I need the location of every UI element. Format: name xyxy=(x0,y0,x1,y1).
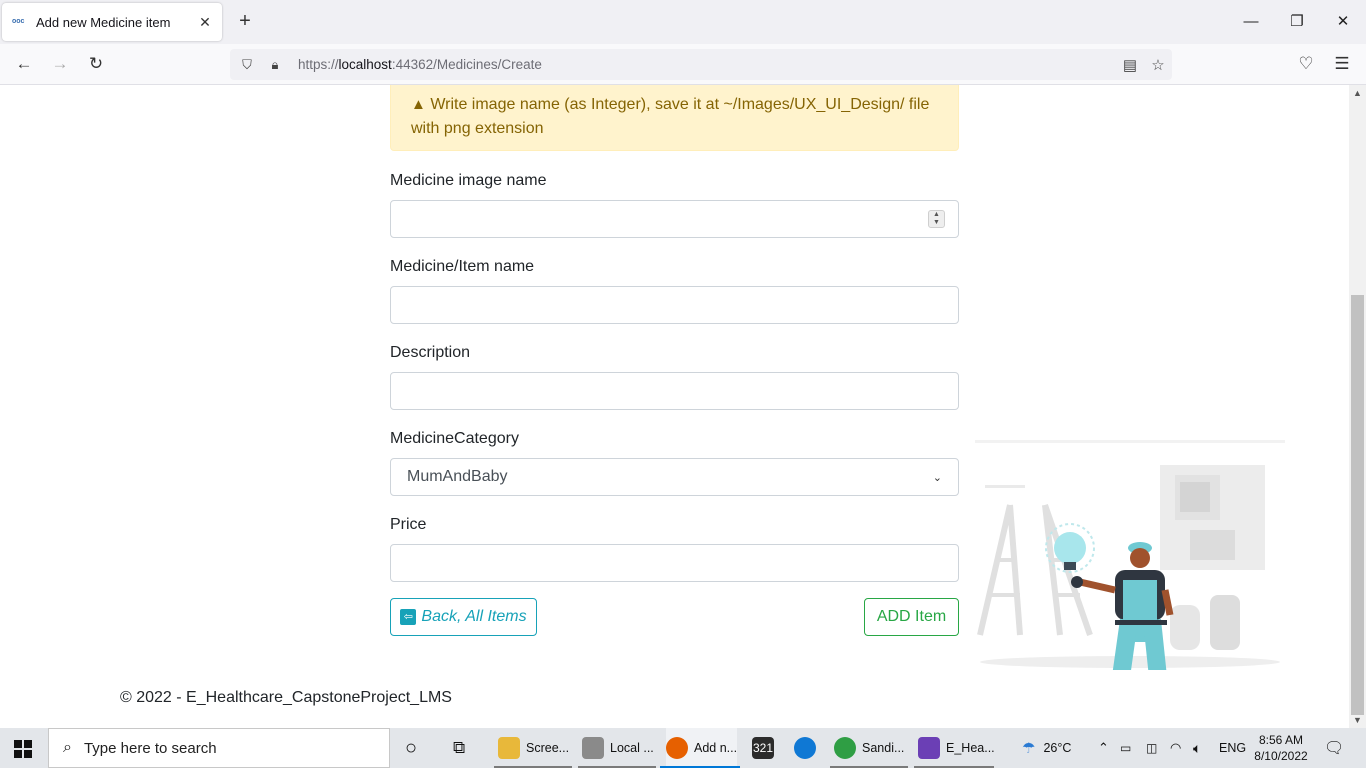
weather-widget[interactable]: ☂ 26°C xyxy=(1022,728,1071,768)
browser-tab-bar: ooc Add new Medicine item ✕ + — ❐ ✕ xyxy=(0,0,1366,44)
volume-icon[interactable]: 🔈︎ xyxy=(1193,728,1201,768)
item-name-input[interactable] xyxy=(390,286,959,324)
url-text[interactable]: https://localhost:44362/Medicines/Create xyxy=(298,57,1116,72)
taskbar-app-visual-studio[interactable]: E_Hea... xyxy=(918,728,995,768)
taskbar-app-local-disk[interactable]: Local ... xyxy=(582,728,654,768)
clock-date: 8/10/2022 xyxy=(1254,749,1308,763)
browser-tab[interactable]: ooc Add new Medicine item ✕ xyxy=(2,3,222,41)
image-name-label: Medicine image name xyxy=(390,172,547,189)
category-selected-value: MumAndBaby xyxy=(407,468,508,485)
media-player-icon: 321 xyxy=(752,737,774,759)
scroll-up-arrow-icon[interactable]: ▲ xyxy=(1349,85,1366,101)
chrome-icon xyxy=(834,737,856,759)
pocket-icon[interactable]: ♡ xyxy=(1294,52,1318,76)
close-window-icon[interactable]: ✕ xyxy=(1328,8,1358,36)
description-input[interactable] xyxy=(390,372,959,410)
system-clock[interactable]: 8:56 AM 8/10/2022 xyxy=(1253,732,1309,764)
task-view-icon[interactable]: ⧉ xyxy=(453,728,465,768)
site-favicon-icon: ooc xyxy=(12,18,25,25)
drive-icon xyxy=(582,737,604,759)
category-label: MedicineCategory xyxy=(390,430,519,447)
worker-with-lightbulb-illustration xyxy=(975,440,1285,670)
new-tab-icon[interactable]: + xyxy=(234,10,256,32)
description-label: Description xyxy=(390,344,471,361)
image-name-warning-alert: ▲ Write image name (as Integer), save it… xyxy=(390,85,959,151)
close-tab-icon[interactable]: ✕ xyxy=(198,14,212,31)
image-name-input[interactable] xyxy=(390,200,959,238)
page-content: ▲ Write image name (as Integer), save it… xyxy=(0,85,1349,728)
browser-nav-bar: ← → ↻ ⛉ 🔒︎ https://localhost:44362/Medic… xyxy=(0,44,1366,85)
item-name-label: Medicine/Item name xyxy=(390,258,535,275)
folder-icon xyxy=(498,737,520,759)
scrollbar-thumb[interactable] xyxy=(1351,295,1364,715)
windows-taskbar: ⌕ Type here to search ○ ⧉ Scree... Local… xyxy=(0,728,1366,768)
add-item-button[interactable]: ADD Item xyxy=(864,598,959,636)
meet-now-icon[interactable]: ◫ xyxy=(1146,728,1157,768)
restore-icon[interactable]: ❐ xyxy=(1282,8,1312,36)
notifications-icon[interactable]: 🗨︎ xyxy=(1324,728,1344,768)
taskbar-search-box[interactable]: ⌕ Type here to search xyxy=(48,728,390,768)
bookmark-star-icon[interactable]: ☆ xyxy=(1144,56,1172,74)
arrow-left-square-icon: ⇦ xyxy=(400,609,417,625)
search-icon: ⌕ xyxy=(63,739,72,756)
alert-text: Write image name (as Integer), save it a… xyxy=(411,96,930,137)
clock-time: 8:56 AM xyxy=(1258,733,1304,747)
weather-rain-icon: ☂ xyxy=(1022,740,1036,757)
back-button-label: Back, All Items xyxy=(421,608,527,625)
cortana-icon[interactable]: ○ xyxy=(405,728,417,768)
edge-icon xyxy=(794,737,816,759)
search-placeholder: Type here to search xyxy=(83,739,217,757)
back-all-items-button[interactable]: ⇦ Back, All Items xyxy=(390,598,537,636)
number-spinner-icon[interactable]: ▲ ▼ xyxy=(928,210,945,228)
taskbar-app-edge[interactable] xyxy=(794,728,822,768)
visual-studio-icon xyxy=(918,737,940,759)
forward-arrow-icon[interactable]: → xyxy=(48,52,72,76)
taskbar-app-file-explorer[interactable]: Scree... xyxy=(498,728,569,768)
tracking-shield-icon[interactable]: ⛉ xyxy=(236,57,258,73)
show-hidden-icons-chevron-icon[interactable]: ⌃ xyxy=(1098,728,1109,768)
back-arrow-icon[interactable]: ← xyxy=(12,52,36,76)
battery-icon[interactable]: ▭ xyxy=(1120,728,1131,768)
taskbar-app-media-player[interactable]: 321 xyxy=(752,728,780,768)
taskbar-app-chrome[interactable]: Sandi... xyxy=(834,728,904,768)
windows-start-icon[interactable] xyxy=(14,740,32,758)
price-input[interactable] xyxy=(390,544,959,582)
reload-icon[interactable]: ↻ xyxy=(84,52,108,76)
minimize-icon[interactable]: — xyxy=(1236,8,1266,36)
firefox-icon xyxy=(666,737,688,759)
scroll-down-arrow-icon[interactable]: ▼ xyxy=(1349,712,1366,728)
taskbar-app-firefox[interactable]: Add n... xyxy=(666,728,738,768)
reader-view-icon[interactable]: ▤ xyxy=(1116,56,1144,74)
chevron-down-icon: ⌄ xyxy=(932,471,942,484)
warning-triangle-icon: ▲ xyxy=(411,96,426,113)
address-bar[interactable]: ⛉ 🔒︎ https://localhost:44362/Medicines/C… xyxy=(230,49,1172,80)
footer-copyright: © 2022 - E_Healthcare_CapstoneProject_LM… xyxy=(120,689,452,706)
language-indicator[interactable]: ENG xyxy=(1219,728,1246,768)
wifi-icon[interactable]: ◠ xyxy=(1170,728,1181,768)
category-select[interactable]: MumAndBaby ⌄ xyxy=(390,458,959,496)
add-button-label: ADD Item xyxy=(876,608,947,625)
tab-title: Add new Medicine item xyxy=(36,14,171,30)
lock-icon[interactable]: 🔒︎ xyxy=(264,57,286,73)
page-scrollbar[interactable]: ▲ ▼ xyxy=(1349,85,1366,728)
price-label: Price xyxy=(390,516,427,533)
menu-hamburger-icon[interactable]: ☰ xyxy=(1330,52,1354,76)
